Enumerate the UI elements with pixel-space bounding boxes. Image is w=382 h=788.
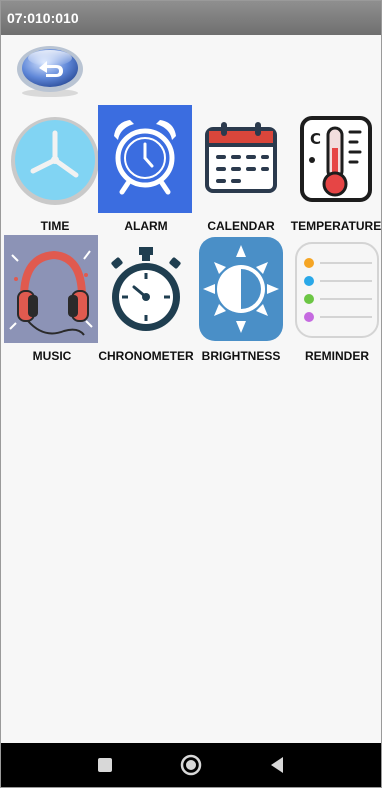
app-label: BRIGHTNESS [201, 349, 281, 363]
app-tile-music[interactable]: MUSIC [4, 235, 100, 365]
app-label: TEMPERATURE [290, 219, 382, 233]
navigation-bar [1, 743, 381, 787]
status-bar: 07:010:010 [1, 1, 381, 35]
app-tile-temperature[interactable]: C TEMPERATURE [288, 105, 381, 235]
app-tile-brightness[interactable]: BRIGHTNESS [193, 235, 289, 365]
stopwatch-icon [98, 235, 194, 343]
triangle-back-icon[interactable] [265, 753, 289, 777]
app-tile-chronometer[interactable]: CHRONOMETER [98, 235, 194, 365]
app-tile-time[interactable]: TIME [7, 105, 103, 235]
app-tile-reminder[interactable]: REMINDER [289, 235, 381, 365]
reminder-list-icon [289, 235, 381, 343]
thermometer-icon: C [288, 105, 381, 213]
app-label: REMINDER [304, 349, 369, 363]
status-time: 07:010:010 [7, 10, 79, 26]
app-frame: 07:010:010 TIME ALARM CALENDAR C TEMPERA… [0, 0, 382, 788]
back-button[interactable] [16, 43, 84, 99]
brightness-icon [193, 235, 289, 343]
calendar-icon [193, 105, 289, 213]
square-icon[interactable] [93, 753, 117, 777]
app-label: CALENDAR [207, 219, 275, 233]
alarm-clock-icon [98, 105, 192, 213]
app-label: CHRONOMETER [98, 349, 194, 363]
svg-text:C: C [310, 130, 321, 148]
back-arrow-icon [17, 46, 83, 97]
clock-icon [7, 105, 103, 213]
app-label: MUSIC [32, 349, 72, 363]
app-tile-calendar[interactable]: CALENDAR [193, 105, 289, 235]
headphones-icon [4, 235, 98, 343]
circle-icon[interactable] [179, 753, 203, 777]
app-tile-alarm[interactable]: ALARM [98, 105, 194, 235]
app-label: ALARM [124, 219, 168, 233]
